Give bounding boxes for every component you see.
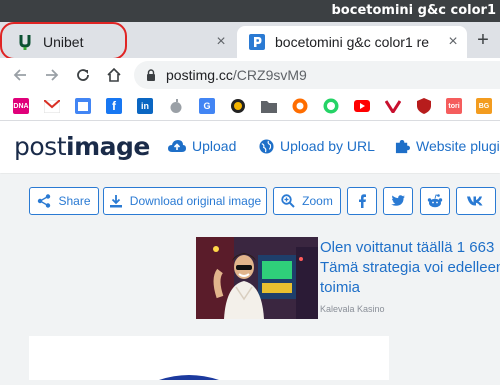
close-tab-icon[interactable]: × xyxy=(443,33,463,51)
url-path: /CRZ9svM9 xyxy=(232,67,307,83)
zoom-button[interactable]: Zoom xyxy=(273,187,341,215)
share-twitter-button[interactable] xyxy=(383,187,413,215)
window-titlebar: bocetomini g&c color1 xyxy=(0,0,500,22)
image-preview-card[interactable] xyxy=(29,336,389,380)
browser-toolbar: postimg.cc/CRZ9svM9 xyxy=(0,58,500,92)
linkedin-icon[interactable]: in xyxy=(137,98,153,114)
reddit-icon xyxy=(427,194,443,208)
site-header: postimage Upload Upload by URL Website p… xyxy=(0,121,500,173)
sponsored-ad[interactable]: Olen voittanut täällä 1 663 Tämä strateg… xyxy=(196,237,500,319)
nav-upload[interactable]: Upload xyxy=(168,138,236,154)
vivaldi-icon[interactable] xyxy=(385,98,401,114)
translate-icon[interactable]: G xyxy=(199,98,215,114)
facebook-icon xyxy=(359,194,366,208)
close-tab-icon[interactable]: × xyxy=(211,33,231,51)
url-host: postimg.cc xyxy=(166,67,233,83)
address-bar[interactable]: postimg.cc/CRZ9svM9 xyxy=(134,61,500,89)
podcast-icon[interactable] xyxy=(230,98,246,114)
whatsapp-icon[interactable] xyxy=(323,98,339,114)
new-tab-button[interactable]: + xyxy=(472,27,494,53)
youtube-icon[interactable] xyxy=(354,98,370,114)
page-content: Share Download original image Zoom Olen … xyxy=(0,174,500,380)
tori-icon[interactable]: tori xyxy=(446,98,462,114)
share-icon xyxy=(38,194,51,208)
globe-icon xyxy=(259,138,274,154)
dna-icon[interactable]: DNA xyxy=(13,98,29,114)
download-original-label: Download original image xyxy=(129,194,262,208)
nav-website-plugin[interactable]: Website plugin xyxy=(395,138,500,154)
lock-icon xyxy=(146,69,156,81)
share-label: Share xyxy=(58,194,91,208)
orange-circle-icon[interactable] xyxy=(292,98,308,114)
nav-upload-label: Upload xyxy=(192,138,237,154)
ad-headline-line: toimia xyxy=(320,279,361,296)
calendar-icon[interactable] xyxy=(75,98,91,114)
ad-headline-line: Tämä strategia voi edelleen xyxy=(320,259,500,276)
window-title: bocetomini g&c color1 xyxy=(331,3,497,18)
nav-upload-by-url-label: Upload by URL xyxy=(280,138,375,154)
apple-icon[interactable] xyxy=(168,98,184,114)
tab-highlight-annotation xyxy=(0,22,127,60)
share-reddit-button[interactable] xyxy=(420,187,450,215)
download-icon xyxy=(109,195,122,208)
bookmarks-bar: DNA f in G tori BG xyxy=(0,92,500,121)
ad-headline-line: Olen voittanut täällä 1 663 xyxy=(320,239,495,256)
zoom-icon xyxy=(281,194,295,208)
download-original-button[interactable]: Download original image xyxy=(103,187,267,215)
back-icon[interactable] xyxy=(9,64,31,86)
postimage-icon xyxy=(249,34,265,50)
share-facebook-button[interactable] xyxy=(347,187,377,215)
tab-postimage[interactable]: bocetomini g&c color1 re × xyxy=(237,26,467,58)
tab-title: bocetomini g&c color1 re xyxy=(275,34,430,50)
nav-website-plugin-label: Website plugin xyxy=(416,138,500,154)
puzzle-icon xyxy=(395,139,410,153)
folder-icon[interactable] xyxy=(261,98,277,114)
ad-image[interactable] xyxy=(196,237,318,319)
share-button[interactable]: Share xyxy=(29,187,99,215)
zoom-label: Zoom xyxy=(302,194,333,208)
nav-upload-by-url[interactable]: Upload by URL xyxy=(259,138,375,154)
reload-icon[interactable] xyxy=(72,64,94,86)
home-icon[interactable] xyxy=(103,64,125,86)
twitter-icon xyxy=(391,195,405,206)
gmail-icon[interactable] xyxy=(44,98,60,114)
ad-headline[interactable]: Olen voittanut täällä 1 663 Tämä strateg… xyxy=(320,238,500,298)
facebook-icon[interactable]: f xyxy=(106,98,122,114)
bg-icon[interactable]: BG xyxy=(476,98,492,114)
share-vk-button[interactable] xyxy=(456,187,496,215)
vk-icon xyxy=(467,196,483,206)
cloud-upload-icon xyxy=(168,140,186,152)
forward-icon[interactable] xyxy=(41,64,63,86)
ad-source: Kalevala Kasino xyxy=(320,304,385,314)
shield-icon[interactable] xyxy=(416,98,432,114)
postimage-logo[interactable]: postimage xyxy=(14,132,150,161)
image-preview xyxy=(159,375,219,380)
